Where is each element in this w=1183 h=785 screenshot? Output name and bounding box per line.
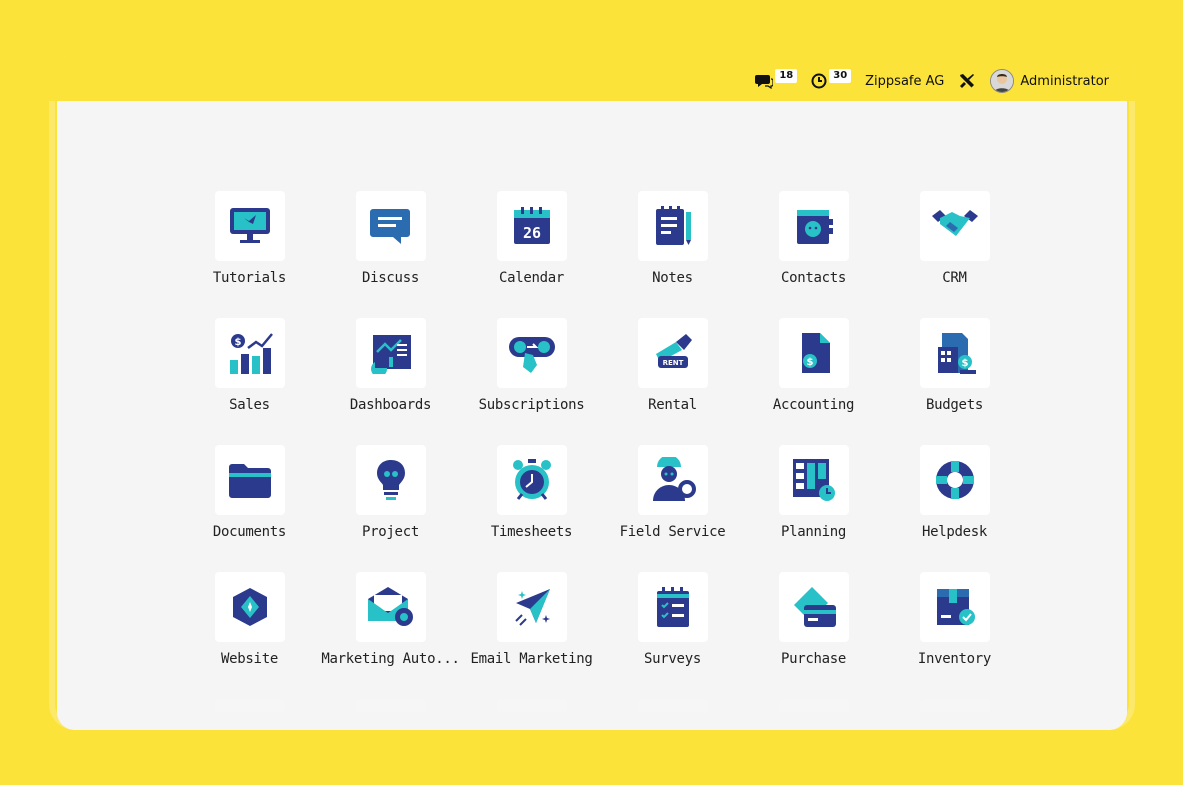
dashboard-icon xyxy=(370,335,411,374)
app-sales[interactable]: $ Sales xyxy=(179,318,320,414)
calendar-day-text: 26 xyxy=(522,224,540,242)
app-tutorials[interactable]: Tutorials xyxy=(179,191,320,287)
app-label: Notes xyxy=(652,270,693,286)
company-switcher[interactable]: Zippsafe AG xyxy=(865,74,944,89)
app-field-service[interactable]: Field Service xyxy=(602,445,743,541)
app-documents[interactable]: Documents xyxy=(179,445,320,541)
app-purchase[interactable]: Purchase xyxy=(743,572,884,668)
box-check-icon xyxy=(936,589,975,625)
app-label: Documents xyxy=(212,524,287,540)
messages-button[interactable]: 18 xyxy=(755,69,798,89)
app-accounting[interactable]: $ Accounting xyxy=(743,318,884,414)
tools-icon xyxy=(960,74,975,88)
activities-button[interactable]: 30 xyxy=(811,69,852,89)
subscription-icon xyxy=(508,337,555,373)
app-label: Calendar xyxy=(498,270,565,286)
app-label: Timesheets xyxy=(490,524,573,540)
app-rental[interactable]: RENT Rental xyxy=(602,318,743,414)
contacts-book-icon xyxy=(796,210,833,244)
app-label: Helpdesk xyxy=(921,524,988,540)
accounting-doc-icon: $ xyxy=(801,333,830,373)
lightbulb-icon xyxy=(376,460,405,500)
folder-icon xyxy=(228,464,271,498)
app-label: Dashboards xyxy=(349,397,432,413)
app-planning[interactable]: Planning xyxy=(743,445,884,541)
app-label: Marketing Auto... xyxy=(321,651,460,667)
app-contacts[interactable]: Contacts xyxy=(743,191,884,287)
app-surveys[interactable]: Surveys xyxy=(602,572,743,668)
app-label: Planning xyxy=(780,524,847,540)
app-label: Purchase xyxy=(780,651,847,667)
top-navbar: 18 30 Zippsafe AG Administrator xyxy=(49,55,1135,101)
svg-text:$: $ xyxy=(961,358,968,369)
app-label: Project xyxy=(362,524,419,540)
app-label: Tutorials xyxy=(212,270,287,286)
app-label: Subscriptions xyxy=(478,397,585,413)
app-marketing-automation[interactable]: Marketing Auto... xyxy=(320,572,461,668)
calendar-icon: 26 xyxy=(513,207,550,244)
mail-gear-icon xyxy=(367,587,413,626)
app-inventory[interactable]: Inventory xyxy=(884,572,1025,668)
company-name: Zippsafe AG xyxy=(865,73,945,89)
app-discuss[interactable]: Discuss xyxy=(320,191,461,287)
survey-clipboard-icon xyxy=(656,587,689,627)
lifebuoy-icon xyxy=(935,461,974,499)
home-menu: Tutorials Discuss 26 Calendar Notes Cont… xyxy=(57,101,1127,730)
app-notes[interactable]: Notes xyxy=(602,191,743,287)
user-name: Administrator xyxy=(1020,73,1109,89)
chat-icon xyxy=(755,75,774,89)
app-label: Budgets xyxy=(926,397,983,413)
notes-icon xyxy=(655,206,691,245)
app-subscriptions[interactable]: Subscriptions xyxy=(461,318,602,414)
debug-tools-button[interactable] xyxy=(958,72,976,90)
app-grid: Tutorials Discuss 26 Calendar Notes Cont… xyxy=(179,191,1025,730)
app-project[interactable]: Project xyxy=(320,445,461,541)
app-label: Discuss xyxy=(362,270,419,286)
app-label: Contacts xyxy=(780,270,847,286)
activities-count-badge: 30 xyxy=(829,69,852,83)
app-helpdesk[interactable]: Helpdesk xyxy=(884,445,1025,541)
app-label: Inventory xyxy=(917,651,992,667)
alarm-clock-icon xyxy=(512,459,551,500)
app-crm[interactable]: CRM xyxy=(884,191,1025,287)
handshake-icon xyxy=(931,210,978,236)
messages-count-badge: 18 xyxy=(775,69,798,83)
chat-bubble-icon xyxy=(369,209,410,244)
svg-text:$: $ xyxy=(806,357,813,368)
scroll-fade xyxy=(57,680,1127,730)
app-timesheets[interactable]: Timesheets xyxy=(461,445,602,541)
globe-gem-icon xyxy=(232,588,267,626)
app-label: Surveys xyxy=(644,651,701,667)
credit-card-icon xyxy=(793,587,836,627)
rental-key-icon: RENT xyxy=(655,334,692,368)
app-window: 18 30 Zippsafe AG Administrator Tutorial… xyxy=(49,55,1135,730)
worker-gear-icon xyxy=(652,457,696,501)
app-label: Rental xyxy=(648,397,697,413)
budget-calculator-icon: $ xyxy=(937,333,976,374)
paper-plane-icon xyxy=(514,589,550,626)
app-email-marketing[interactable]: Email Marketing xyxy=(461,572,602,668)
user-menu[interactable]: Administrator xyxy=(990,69,1109,93)
app-website[interactable]: Website xyxy=(179,572,320,668)
clock-icon xyxy=(811,73,827,89)
app-budgets[interactable]: $ Budgets xyxy=(884,318,1025,414)
app-label: Sales xyxy=(229,397,270,413)
app-label: Email Marketing xyxy=(470,651,593,667)
monitor-icon xyxy=(229,208,270,243)
app-dashboards[interactable]: Dashboards xyxy=(320,318,461,414)
sales-chart-icon: $ xyxy=(229,333,273,374)
avatar xyxy=(990,69,1015,93)
planning-board-icon xyxy=(792,459,835,501)
svg-text:$: $ xyxy=(234,337,241,348)
app-label: Field Service xyxy=(619,524,726,540)
app-label: CRM xyxy=(942,270,967,286)
app-label: Website xyxy=(221,651,278,667)
rental-tag-text: RENT xyxy=(662,359,683,367)
app-label: Accounting xyxy=(772,397,855,413)
app-calendar[interactable]: 26 Calendar xyxy=(461,191,602,287)
